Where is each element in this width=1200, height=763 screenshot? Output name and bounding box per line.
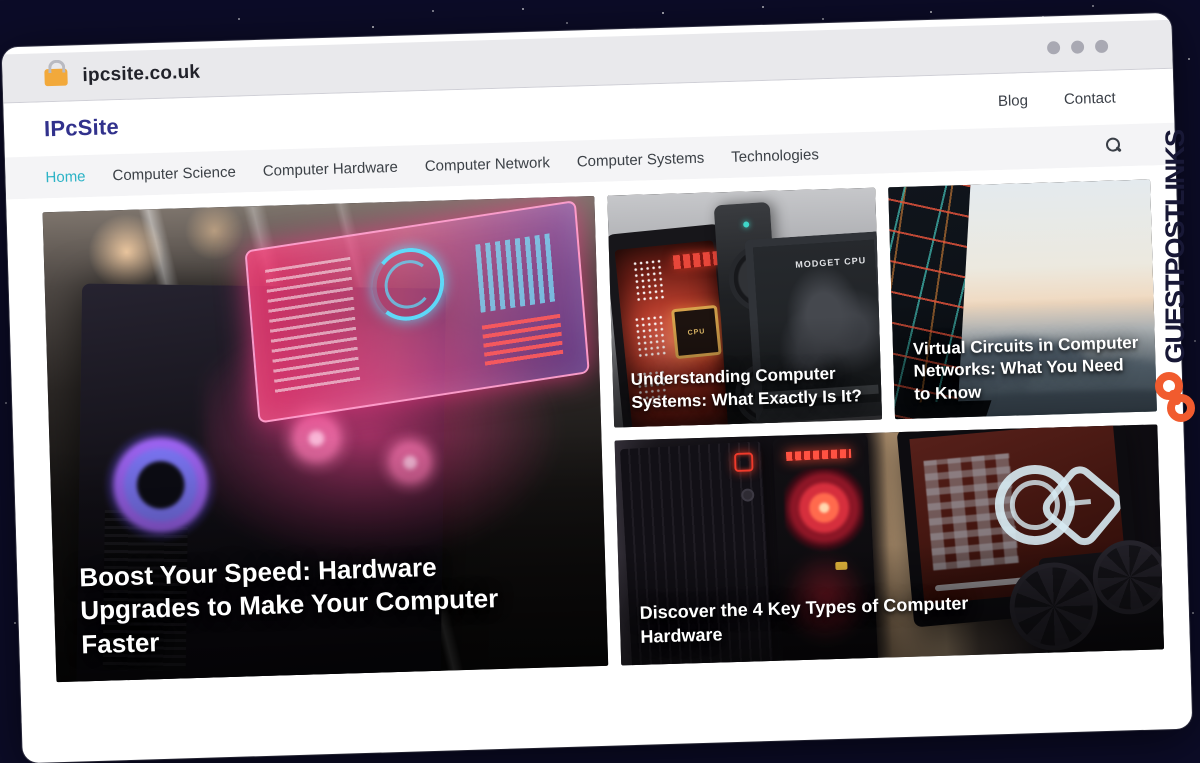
right-column: CPU MODGET CPU Underst	[607, 180, 1164, 666]
nav-item-home[interactable]: Home	[45, 168, 86, 186]
chain-link-icon	[1152, 370, 1198, 426]
article-grid: Boost Your Speed: Hardware Upgrades to M…	[43, 180, 1164, 683]
top-row: CPU MODGET CPU Underst	[607, 180, 1157, 428]
nav-item-computer-network[interactable]: Computer Network	[425, 154, 550, 175]
site-logo[interactable]: IPcSite	[44, 114, 120, 142]
article-card-virtual-circuits[interactable]: Virtual Circuits in Computer Networks: W…	[888, 180, 1157, 420]
header-spacer	[119, 101, 998, 127]
article-title[interactable]: Boost Your Speed: Hardware Upgrades to M…	[79, 547, 560, 661]
window-control-dot[interactable]	[1047, 41, 1060, 54]
article-card-hardware-types[interactable]: Discover the 4 Key Types of Computer Har…	[615, 424, 1164, 665]
window-controls	[1047, 39, 1108, 54]
watermark-text: GUESTPOSTLINKS	[1160, 130, 1191, 364]
search-icon[interactable]	[1105, 136, 1124, 155]
address-bar-url[interactable]: ipcsite.co.uk	[82, 62, 200, 87]
nav-item-computer-hardware[interactable]: Computer Hardware	[263, 158, 399, 179]
browser-window: ipcsite.co.uk IPcSite Blog Contact Home …	[2, 13, 1193, 763]
article-title[interactable]: Understanding Computer Systems: What Exa…	[630, 362, 871, 414]
header-links: Blog Contact	[998, 89, 1116, 109]
nav-item-technologies[interactable]: Technologies	[731, 146, 819, 166]
link-blog[interactable]: Blog	[998, 92, 1029, 110]
window-control-dot[interactable]	[1071, 40, 1084, 53]
main-content: Boost Your Speed: Hardware Upgrades to M…	[6, 165, 1191, 723]
chrome-spacer	[200, 47, 1047, 72]
nav-item-computer-science[interactable]: Computer Science	[112, 163, 236, 184]
article-title[interactable]: Virtual Circuits in Computer Networks: W…	[913, 332, 1143, 406]
article-card-boost-speed[interactable]: Boost Your Speed: Hardware Upgrades to M…	[43, 196, 609, 682]
article-card-computer-systems[interactable]: CPU MODGET CPU Underst	[607, 188, 882, 428]
link-contact[interactable]: Contact	[1064, 89, 1116, 108]
nav-item-computer-systems[interactable]: Computer Systems	[577, 149, 705, 170]
guestpostlinks-watermark: GUESTPOSTLINKS	[1146, 130, 1200, 426]
lock-icon	[44, 68, 67, 86]
window-control-dot[interactable]	[1095, 39, 1108, 52]
